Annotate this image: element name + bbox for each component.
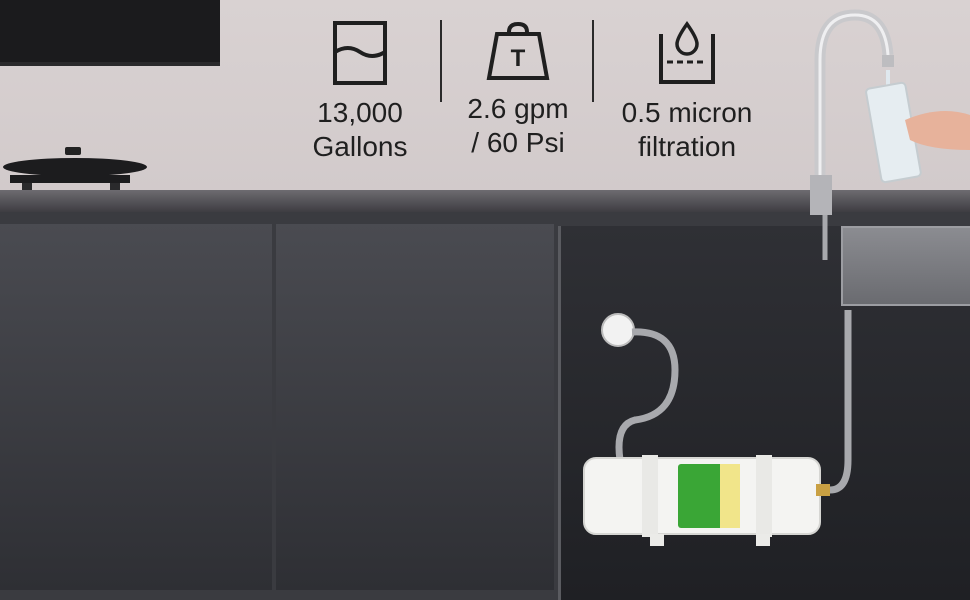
- feature-label-flow-rate: 2.6 gpm / 60 Psi: [467, 93, 569, 158]
- cabinet-door-left: [0, 224, 272, 590]
- wall-tv: [0, 0, 220, 66]
- divider-2: [592, 20, 594, 102]
- cabinet-door-middle: [276, 224, 554, 590]
- feature-label-filtration: 0.5 micron filtration: [621, 97, 753, 162]
- weight-icon: T: [486, 21, 550, 80]
- weight-icon-letter: T: [511, 45, 526, 72]
- feature-icons: 13,000 Gallons T 2.6 gpm / 60 Psi 0.5 mi…: [300, 20, 780, 190]
- kitchen-scene: 13,000 Gallons T 2.6 gpm / 60 Psi 0.5 mi…: [0, 0, 970, 600]
- water-drop-beaker-icon: [659, 20, 715, 84]
- feature-capacity: 13,000 Gallons: [285, 20, 435, 164]
- feature-flow-rate: T 2.6 gpm / 60 Psi: [443, 20, 593, 160]
- divider-1: [440, 20, 442, 102]
- faucet-with-glass: [810, 9, 970, 260]
- feature-filtration: 0.5 micron filtration: [612, 20, 762, 164]
- water-filter-unit: [583, 310, 852, 546]
- capacity-icon: [333, 21, 387, 85]
- feature-label-capacity: 13,000 Gallons: [312, 97, 408, 162]
